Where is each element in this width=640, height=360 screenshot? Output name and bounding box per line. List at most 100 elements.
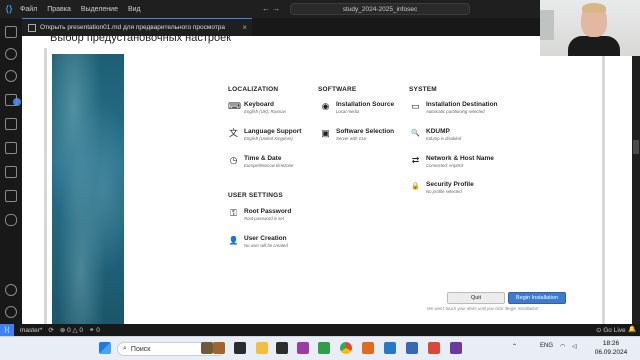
- ports-indicator[interactable]: ⚭ 0: [89, 326, 100, 334]
- tab-preview[interactable]: Открыть presentation01.md для предварите…: [22, 18, 252, 36]
- tab-label: Открыть presentation01.md для предварите…: [40, 24, 226, 31]
- chrome-icon[interactable]: [340, 342, 352, 354]
- section-localization: LOCALIZATION: [228, 86, 279, 93]
- app-blue-icon[interactable]: [406, 342, 418, 354]
- spoke-language-title: Language Support: [244, 128, 302, 135]
- go-live-button[interactable]: ⊙ Go Live: [596, 326, 626, 334]
- nav-arrows[interactable]: ← →: [262, 4, 280, 13]
- menu-selection[interactable]: Выделение: [81, 6, 118, 13]
- command-center-search[interactable]: study_2024-2025_infosec: [290, 3, 470, 15]
- remote-explorer-icon[interactable]: [5, 142, 17, 154]
- package-icon: ▣: [321, 128, 330, 138]
- search-icon: ⌕: [123, 345, 127, 352]
- language-indicator[interactable]: ENG: [540, 343, 553, 349]
- close-icon[interactable]: ×: [242, 23, 247, 32]
- slide-title: Выбор предустановочных настроек: [50, 36, 232, 44]
- spoke-language[interactable]: 文 Language Support English (United Kingdo…: [228, 128, 301, 142]
- spoke-selection-title: Software Selection: [336, 128, 395, 135]
- terminal-icon[interactable]: [276, 342, 288, 354]
- spoke-network-status: Connected: enp0s3: [426, 163, 464, 168]
- tray-icons[interactable]: ⌃: [512, 343, 517, 350]
- app-purple-icon[interactable]: [297, 342, 309, 354]
- settings-gear-icon[interactable]: [5, 306, 17, 318]
- app-green-icon[interactable]: [318, 342, 330, 354]
- widget2-icon[interactable]: [213, 342, 225, 354]
- menu-view[interactable]: Вид: [128, 6, 141, 13]
- spoke-kdump-status: Kdump is disabled: [426, 136, 462, 141]
- problems-indicator[interactable]: ⊗ 0 △ 0: [60, 326, 83, 334]
- search-icon[interactable]: [5, 48, 17, 60]
- speaker-icon[interactable]: ◁: [572, 343, 577, 350]
- sync-icon[interactable]: ⟳: [48, 326, 53, 334]
- spoke-time-date[interactable]: ◷ Time & Date Europe/Moscow timezone: [228, 155, 294, 169]
- file-explorer-icon[interactable]: [256, 342, 268, 354]
- menu-file[interactable]: Файл: [20, 6, 37, 13]
- spoke-time-title: Time & Date: [244, 155, 282, 162]
- windows-start-icon[interactable]: [99, 342, 111, 354]
- task-view-icon[interactable]: [234, 342, 246, 354]
- spoke-kdump[interactable]: 🔍 KDUMP Kdump is disabled: [410, 128, 461, 142]
- begin-installation-button[interactable]: Begin Installation: [508, 292, 566, 304]
- account-icon[interactable]: [5, 284, 17, 296]
- app-orange-icon[interactable]: [362, 342, 374, 354]
- clock-icon: ◷: [229, 155, 238, 165]
- bell-icon[interactable]: 🔔: [628, 325, 636, 333]
- docker-icon[interactable]: [5, 214, 17, 226]
- markdown-preview: Выбор предустановочных настроек LOCALIZA…: [22, 36, 640, 324]
- activity-bar: [0, 18, 22, 324]
- disc-icon: ◉: [321, 101, 330, 111]
- clock-date: 06.09.2024: [594, 349, 628, 356]
- spoke-security-profile[interactable]: 🔒 Security Profile No profile selected: [410, 181, 474, 195]
- remote-indicator-icon[interactable]: ⟩⟨: [0, 324, 14, 336]
- database-icon[interactable]: [5, 166, 17, 178]
- extensions-icon[interactable]: [5, 118, 17, 130]
- spoke-software-selection[interactable]: ▣ Software Selection Server with GUI: [320, 128, 394, 142]
- spoke-network[interactable]: ⇄ Network & Host Name Connected: enp0s3: [410, 155, 494, 169]
- editor-scrollbar[interactable]: [632, 36, 640, 324]
- search-icon: 🔍: [411, 130, 420, 137]
- spoke-time-status: Europe/Moscow timezone: [244, 163, 294, 168]
- spoke-user-status: No user will be created: [244, 243, 288, 248]
- git-branch[interactable]: master*: [20, 327, 42, 334]
- spoke-source-title: Installation Source: [336, 101, 395, 108]
- spoke-installation-source[interactable]: ◉ Installation Source Local media: [320, 101, 395, 115]
- app-violet-icon[interactable]: [450, 342, 462, 354]
- status-bar: ⟩⟨ master* ⟳ ⊗ 0 △ 0 ⚭ 0 ⊙ Go Live 🔔: [0, 324, 640, 336]
- webcam-background: [540, 10, 554, 40]
- vscode-taskbar-icon[interactable]: [384, 342, 396, 354]
- spoke-source-status: Local media: [336, 109, 360, 114]
- search-label: study_2024-2025_infosec: [342, 5, 418, 13]
- source-control-icon[interactable]: [5, 70, 17, 82]
- webcam-person-body: [568, 36, 620, 56]
- menu-edit[interactable]: Правка: [47, 6, 71, 13]
- taskbar-search-placeholder: Поиск: [130, 345, 151, 353]
- spoke-keyboard-status: English (UK), Russian: [244, 109, 287, 114]
- section-system: SYSTEM: [409, 86, 437, 93]
- key-icon: ⚿: [230, 208, 237, 218]
- widget-icon[interactable]: [201, 342, 213, 354]
- scrollbar-thumb[interactable]: [633, 140, 639, 154]
- network-icon: ⇄: [411, 155, 420, 165]
- explorer-icon[interactable]: [5, 26, 17, 38]
- spoke-destination-title: Installation Destination: [426, 101, 498, 108]
- webcam-person-hair: [582, 3, 606, 13]
- spoke-selection-status: Server with GUI: [336, 136, 367, 141]
- spoke-keyboard[interactable]: ⌨ Keyboard English (UK), Russian: [228, 101, 286, 115]
- wifi-icon[interactable]: ◠: [560, 343, 565, 350]
- layers-icon[interactable]: [5, 190, 17, 202]
- harddrive-icon: ▭: [411, 101, 420, 111]
- spoke-user-creation[interactable]: 👤 User Creation No user will be created: [228, 235, 288, 249]
- run-debug-icon[interactable]: [5, 94, 17, 106]
- spoke-root-password[interactable]: ⚿ Root Password Root password is set: [228, 208, 291, 222]
- spoke-installation-destination[interactable]: ▭ Installation Destination Automatic part…: [410, 101, 498, 115]
- menu-bar: Файл Правка Выделение Вид: [20, 6, 141, 13]
- quit-button[interactable]: Quit: [447, 292, 505, 304]
- lock-icon: 🔒: [411, 183, 420, 190]
- taskbar-clock[interactable]: 18:26 06.09.2024: [592, 339, 630, 357]
- app-red-icon[interactable]: [428, 342, 440, 354]
- section-software: SOFTWARE: [318, 86, 357, 93]
- language-icon: 文: [228, 128, 238, 138]
- preview-icon: [28, 23, 36, 32]
- installer-sidebar-image: [52, 54, 124, 324]
- screen: ⟨⟩ Файл Правка Выделение Вид ← → study_2…: [0, 0, 640, 360]
